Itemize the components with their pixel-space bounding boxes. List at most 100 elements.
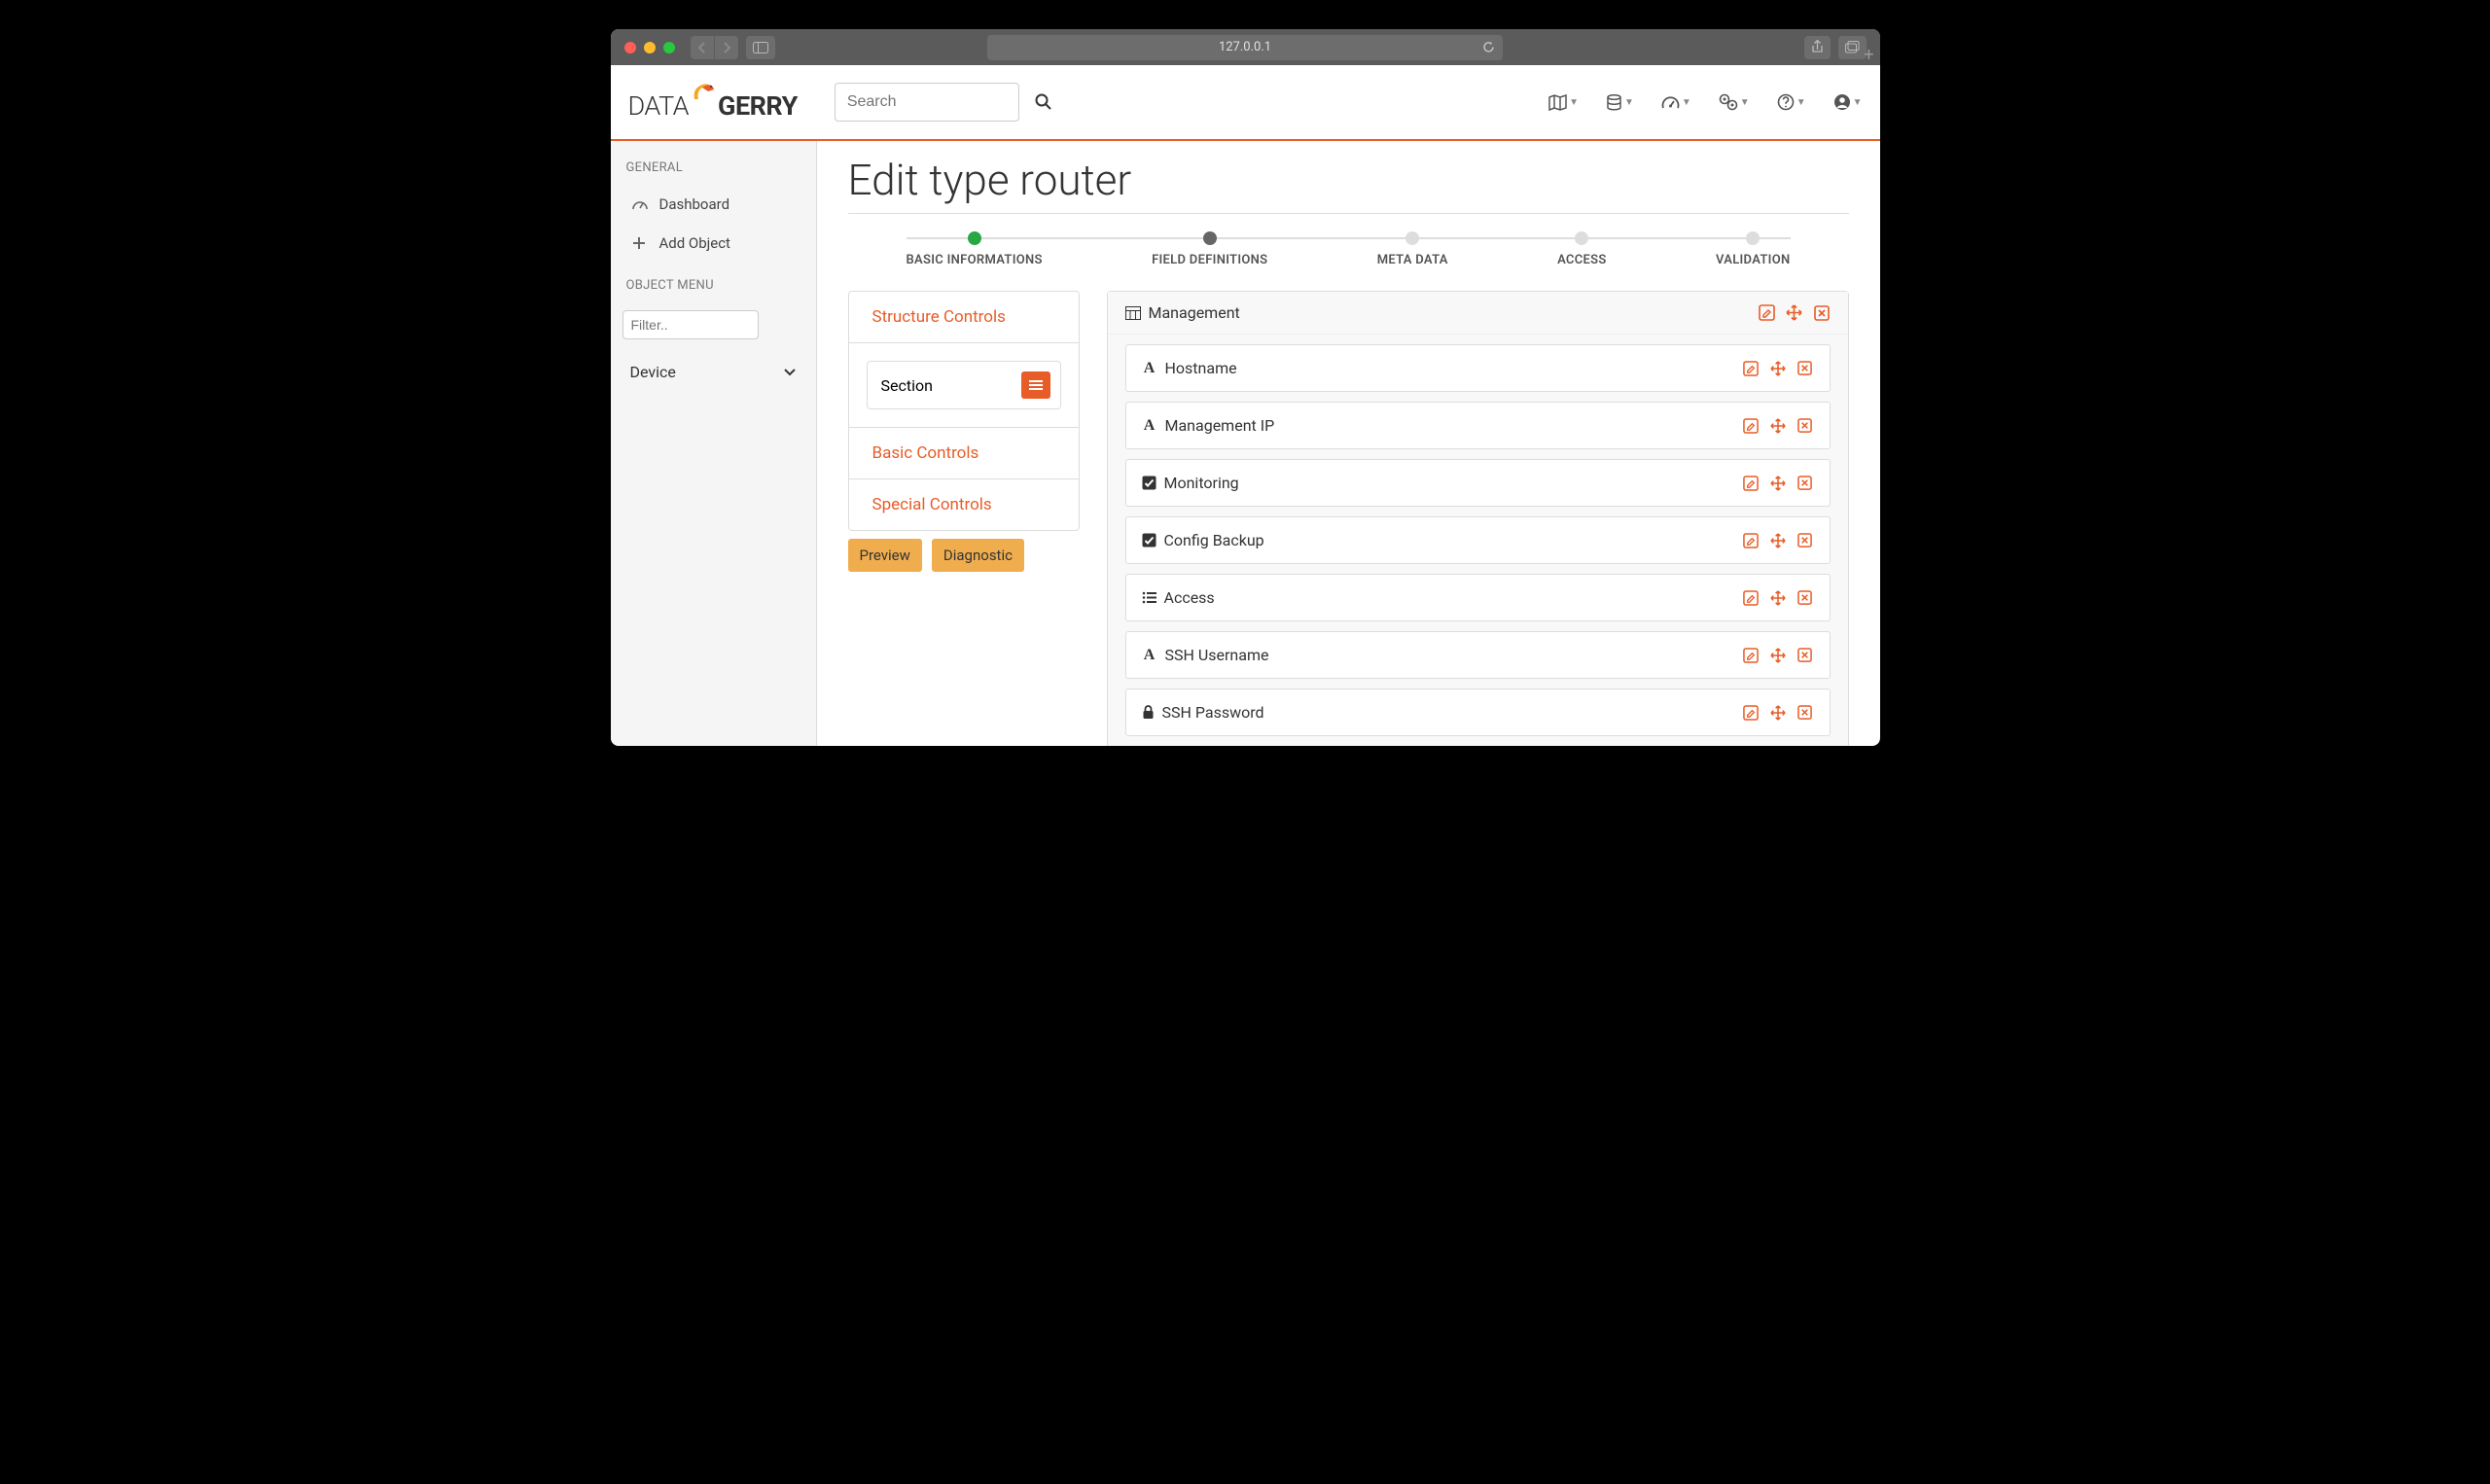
section-header-row: Management — [1108, 292, 1848, 335]
checkbox-icon — [1142, 476, 1156, 490]
text-field-icon: A — [1142, 647, 1157, 664]
app-header: DATA GERRY ▼ ▼ — [611, 65, 1880, 141]
move-icon[interactable] — [1769, 532, 1787, 549]
field-label: Access — [1164, 588, 1215, 607]
move-icon[interactable] — [1769, 475, 1787, 492]
section-icon — [1125, 306, 1141, 320]
nav-help-dropdown[interactable]: ▼ — [1777, 93, 1806, 111]
nav-buttons — [691, 36, 738, 59]
section-label: Section — [881, 376, 933, 395]
lock-icon — [1142, 705, 1155, 720]
drag-handle-icon[interactable] — [1021, 371, 1050, 399]
move-icon[interactable] — [1769, 417, 1787, 435]
dashboard-icon — [632, 197, 648, 211]
edit-icon[interactable] — [1742, 589, 1760, 607]
nav-settings-dropdown[interactable]: ▼ — [1719, 93, 1750, 111]
edit-icon[interactable] — [1759, 304, 1776, 322]
address-bar[interactable]: 127.0.0.1 — [987, 35, 1503, 60]
edit-icon[interactable] — [1742, 532, 1760, 549]
move-icon[interactable] — [1769, 647, 1787, 664]
back-button[interactable] — [691, 36, 714, 59]
section-control[interactable]: Section — [867, 361, 1061, 409]
sidebar-label: Dashboard — [659, 195, 730, 213]
delete-icon[interactable] — [1796, 417, 1814, 435]
sidebar: GENERAL Dashboard Add Object OBJECT MENU… — [611, 141, 817, 746]
stepper: BASIC INFORMATIONS FIELD DEFINITIONS MET… — [907, 231, 1791, 267]
step-basic-informations[interactable]: BASIC INFORMATIONS — [907, 231, 1043, 267]
nav-gauge-dropdown[interactable]: ▼ — [1661, 93, 1691, 111]
field-label: Monitoring — [1164, 474, 1239, 492]
filter-input[interactable] — [622, 310, 759, 339]
field-label: SSH Username — [1165, 646, 1269, 664]
nav-user-dropdown[interactable]: ▼ — [1833, 93, 1863, 111]
controls-panel: Structure Controls Section Basic Control… — [848, 291, 1080, 746]
move-icon[interactable] — [1769, 589, 1787, 607]
logo[interactable]: DATA GERRY — [628, 84, 798, 122]
delete-icon[interactable] — [1813, 304, 1831, 322]
minimize-window-icon[interactable] — [644, 42, 656, 53]
move-icon[interactable] — [1786, 304, 1803, 322]
field-row[interactable]: Monitoring — [1125, 459, 1831, 507]
list-icon — [1142, 591, 1156, 604]
preview-button[interactable]: Preview — [848, 539, 922, 572]
field-row[interactable]: Config Backup — [1125, 516, 1831, 564]
field-label: SSH Password — [1162, 703, 1264, 722]
edit-icon[interactable] — [1742, 647, 1760, 664]
field-row[interactable]: SSH Password — [1125, 689, 1831, 736]
move-icon[interactable] — [1769, 704, 1787, 722]
diagnostic-button[interactable]: Diagnostic — [932, 539, 1024, 572]
section-name: Management — [1149, 303, 1240, 322]
sidebar-label: Add Object — [659, 234, 730, 252]
field-row[interactable]: A Hostname — [1125, 344, 1831, 392]
plus-icon — [632, 236, 648, 250]
field-builder: Management AHostname AManagement IP Mon — [1107, 291, 1849, 746]
step-field-definitions[interactable]: FIELD DEFINITIONS — [1152, 231, 1267, 267]
edit-icon[interactable] — [1742, 704, 1760, 722]
maximize-window-icon[interactable] — [663, 42, 675, 53]
field-row[interactable]: A SSH Username — [1125, 631, 1831, 679]
main-content: Edit type router BASIC INFORMATIONS FIEL… — [817, 141, 1880, 746]
delete-icon[interactable] — [1796, 589, 1814, 607]
chevron-down-icon — [783, 368, 797, 376]
forward-button[interactable] — [715, 36, 738, 59]
step-validation[interactable]: VALIDATION — [1716, 231, 1791, 267]
delete-icon[interactable] — [1796, 360, 1814, 377]
text-field-icon: A — [1142, 417, 1157, 435]
new-tab-button[interactable]: + — [1856, 45, 1879, 65]
header-nav-icons: ▼ ▼ ▼ ▼ ▼ ▼ — [1548, 93, 1862, 111]
field-row[interactable]: Access — [1125, 574, 1831, 621]
move-icon[interactable] — [1769, 360, 1787, 377]
logo-text-2: GERRY — [718, 90, 798, 122]
share-button[interactable] — [1804, 36, 1831, 59]
nav-database-dropdown[interactable]: ▼ — [1606, 93, 1634, 111]
step-meta-data[interactable]: META DATA — [1377, 231, 1448, 267]
sidebar-item-add-object[interactable]: Add Object — [611, 224, 816, 263]
step-access[interactable]: ACCESS — [1557, 231, 1607, 267]
close-window-icon[interactable] — [624, 42, 636, 53]
text-field-icon: A — [1142, 360, 1157, 377]
sidebar-toggle-button[interactable] — [746, 36, 775, 59]
basic-controls-header[interactable]: Basic Controls — [849, 428, 1079, 479]
special-controls-header[interactable]: Special Controls — [849, 479, 1079, 530]
search-input[interactable] — [835, 83, 1019, 122]
field-label: Hostname — [1165, 359, 1237, 377]
reload-icon[interactable] — [1482, 41, 1495, 53]
field-row[interactable]: A Management IP — [1125, 402, 1831, 449]
sidebar-item-dashboard[interactable]: Dashboard — [611, 185, 816, 224]
search-icon[interactable] — [1035, 93, 1052, 111]
browser-chrome: 127.0.0.1 + — [611, 29, 1880, 65]
checkbox-icon — [1142, 533, 1156, 548]
edit-icon[interactable] — [1742, 475, 1760, 492]
edit-icon[interactable] — [1742, 417, 1760, 435]
delete-icon[interactable] — [1796, 475, 1814, 492]
field-label: Management IP — [1165, 416, 1275, 435]
edit-icon[interactable] — [1742, 360, 1760, 377]
delete-icon[interactable] — [1796, 647, 1814, 664]
page-title: Edit type router — [848, 155, 1849, 214]
nav-map-dropdown[interactable]: ▼ — [1548, 93, 1579, 111]
structure-controls-header[interactable]: Structure Controls — [849, 292, 1079, 343]
sidebar-item-device[interactable]: Device — [611, 353, 816, 391]
browser-window: 127.0.0.1 + DATA GER — [611, 29, 1880, 746]
delete-icon[interactable] — [1796, 532, 1814, 549]
delete-icon[interactable] — [1796, 704, 1814, 722]
